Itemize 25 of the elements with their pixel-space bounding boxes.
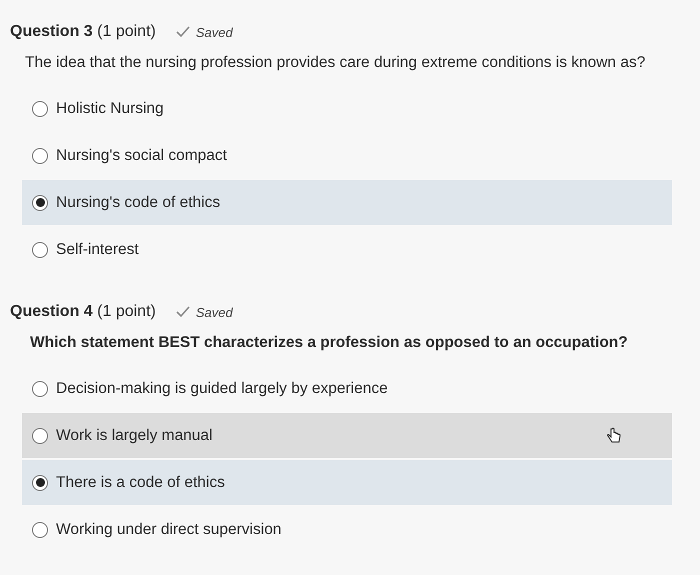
answer-option[interactable]: Working under direct supervision [22, 507, 672, 552]
saved-status: Saved [196, 304, 233, 320]
saved-status: Saved [196, 24, 233, 40]
radio-button[interactable] [32, 194, 48, 210]
radio-button[interactable] [32, 148, 48, 164]
question-text: Which statement BEST characterizes a profession as opposed to an occupation? [29, 333, 629, 353]
answer-option[interactable]: Self-interest [22, 227, 672, 272]
answer-option[interactable]: Nursing's social compact [22, 133, 672, 178]
question-text: The idea that the nursing profession provides care during extreme conditions is known as? [24, 53, 646, 73]
answer-option[interactable]: Holistic Nursing [22, 86, 672, 131]
radio-button[interactable] [32, 380, 48, 396]
check-icon [176, 306, 190, 318]
question-title: Question 4 (1 point) [10, 303, 156, 321]
answer-option[interactable]: Nursing's code of ethics [22, 180, 672, 225]
radio-button[interactable] [32, 474, 48, 490]
question-title: Question 3 (1 point) [10, 23, 156, 41]
check-icon [176, 26, 190, 38]
answer-option[interactable]: There is a code of ethics [22, 460, 672, 505]
radio-button[interactable] [32, 100, 48, 116]
hand-cursor-icon [606, 427, 622, 445]
radio-button[interactable] [32, 428, 48, 444]
answer-option[interactable]: Work is largely manual [22, 413, 672, 458]
radio-button[interactable] [32, 522, 48, 538]
radio-button[interactable] [32, 242, 48, 258]
answer-option[interactable]: Decision-making is guided largely by experience [22, 366, 672, 411]
